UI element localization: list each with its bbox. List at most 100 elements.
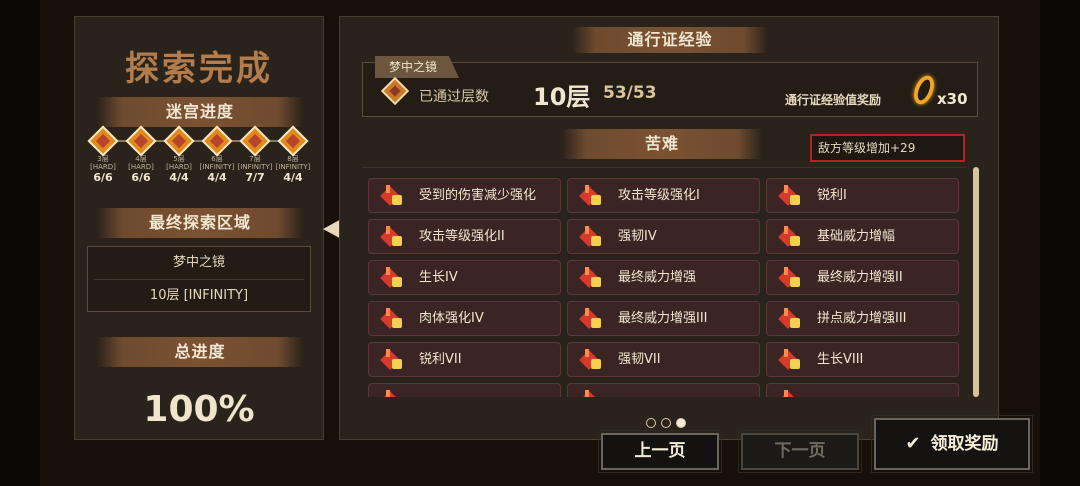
buff-item[interactable]: 肉体强化IV <box>368 301 561 336</box>
maze-node-count: 6/6 <box>93 171 113 184</box>
floor-diamond-icon <box>87 125 119 157</box>
final-area-header: 最终探索区域 <box>97 208 303 238</box>
sharpness-icon <box>778 185 801 207</box>
buff-item[interactable]: 最终威力增强II <box>766 260 959 295</box>
hardship-header: 苦难 <box>562 129 762 159</box>
prev-page-button[interactable]: 上一页 <box>598 430 722 473</box>
buff-label: 基础威力增幅 <box>817 229 896 244</box>
total-progress-header: 总进度 <box>97 337 303 367</box>
claim-reward-button[interactable]: ✔ 领取奖励 <box>871 415 1033 473</box>
buff-item[interactable]: 攻击等级强化II <box>368 219 561 254</box>
floor-count: 53/53 <box>603 83 657 103</box>
buff-item[interactable] <box>766 383 959 397</box>
maze-node-difficulty: [HARD] <box>128 163 154 171</box>
maze-node-count: 7/7 <box>245 171 265 184</box>
buff-item[interactable]: 强韧IV <box>567 219 760 254</box>
buff-list-scrollbar[interactable] <box>973 167 979 397</box>
buff-icon <box>380 390 403 397</box>
buff-item[interactable]: 生长VIII <box>766 342 959 377</box>
buff-item[interactable]: 拼点威力增强III <box>766 301 959 336</box>
hardship-buff-list[interactable]: 受到的伤害减少强化 攻击等级强化I 锐利I 攻击等级强化II 强韧IV 基础威力… <box>362 167 966 397</box>
buff-label: 最终威力增强II <box>817 270 903 285</box>
growth-icon <box>380 267 403 289</box>
floor-diamond-icon <box>201 125 233 157</box>
maze-node-difficulty: [INFINITY] <box>199 163 235 171</box>
background-frame <box>1040 0 1080 486</box>
buff-item[interactable]: 基础威力增幅 <box>766 219 959 254</box>
enemy-level-box: 敌方等级增加+29 <box>810 134 965 162</box>
buff-label: 强韧IV <box>618 229 657 244</box>
reward-count: x30 <box>937 90 968 108</box>
attack-up-icon <box>380 226 403 248</box>
buff-item[interactable]: 锐利I <box>766 178 959 213</box>
maze-node-count: 4/4 <box>207 171 227 184</box>
final-area-box: 梦中之镜 10层 [INFINITY] <box>87 246 311 312</box>
floor-diamond-icon <box>239 125 271 157</box>
growth-icon <box>778 349 801 371</box>
floor-diamond-icon <box>163 125 195 157</box>
buff-icon <box>778 390 801 397</box>
maze-node-count: 6/6 <box>131 171 151 184</box>
maze-node-difficulty: [HARD] <box>90 163 116 171</box>
clash-power-icon <box>778 308 801 330</box>
buff-item[interactable]: 最终威力增强 <box>567 260 760 295</box>
pass-exp-header: 通行证经验 <box>572 27 768 53</box>
final-power-icon <box>778 267 801 289</box>
scrollbar-thumb[interactable] <box>973 167 979 397</box>
final-power-icon <box>579 308 602 330</box>
buff-label: 拼点威力增强III <box>817 311 907 326</box>
maze-node-difficulty: [INFINITY] <box>275 163 311 171</box>
buff-label: 锐利VII <box>419 352 462 367</box>
maze-node-count: 4/4 <box>169 171 189 184</box>
buff-item[interactable]: 锐利VII <box>368 342 561 377</box>
buff-item[interactable]: 生长IV <box>368 260 561 295</box>
buff-item[interactable]: 强韧VII <box>567 342 760 377</box>
maze-node: 6层 [INFINITY] 4/4 <box>198 125 236 184</box>
buff-item[interactable]: 受到的伤害减少强化 <box>368 178 561 213</box>
floor-value: 10层 <box>533 83 591 111</box>
page-dot[interactable] <box>661 418 671 428</box>
floor-diamond-icon <box>380 76 410 106</box>
toughness-icon <box>579 226 602 248</box>
final-area-name: 梦中之镜 <box>172 255 225 270</box>
buff-item[interactable] <box>368 383 561 397</box>
checkmark-icon: ✔ <box>905 433 921 454</box>
power-boost-icon <box>778 226 801 248</box>
damage-reduction-icon <box>380 185 403 207</box>
exploration-complete-title: 探索完成 <box>125 49 273 89</box>
maze-node-difficulty: [INFINITY] <box>237 163 273 171</box>
maze-progress-header: 迷宫进度 <box>97 97 303 127</box>
maze-node-count: 4/4 <box>283 171 303 184</box>
final-power-icon <box>579 267 602 289</box>
sharpness-icon <box>380 349 403 371</box>
final-area-floor: 10层 [INFINITY] <box>149 288 249 303</box>
maze-node: 7层 [INFINITY] 7/7 <box>236 125 274 184</box>
body-enhance-icon <box>380 308 403 330</box>
buff-label: 最终威力增强 <box>618 270 697 285</box>
buff-item[interactable]: 攻击等级强化I <box>567 178 760 213</box>
page-dot[interactable] <box>646 418 656 428</box>
toughness-icon <box>579 349 602 371</box>
buff-label: 生长IV <box>419 270 458 285</box>
buff-label: 受到的伤害减少强化 <box>419 188 537 203</box>
buff-item[interactable] <box>567 383 760 397</box>
maze-node: 4层 [HARD] 6/6 <box>122 125 160 184</box>
buff-icon <box>579 390 602 397</box>
pass-exp-token-icon <box>910 72 938 108</box>
claim-reward-label: 领取奖励 <box>930 434 999 454</box>
floor-diamond-icon <box>125 125 157 157</box>
maze-node: 5层 [HARD] 4/4 <box>160 125 198 184</box>
next-page-button[interactable]: 下一页 <box>738 430 862 473</box>
dungeon-tag: 梦中之镜 <box>375 56 460 78</box>
maze-node-difficulty: [HARD] <box>166 163 192 171</box>
page-dot-active[interactable] <box>676 418 686 428</box>
floors-passed-box: 梦中之镜 已通过层数 10层 53/53 通行证经验值奖励 x30 <box>362 56 978 117</box>
attack-up-icon <box>579 185 602 207</box>
buff-item[interactable]: 最终威力增强III <box>567 301 760 336</box>
maze-node: 3层 [HARD] 6/6 <box>84 125 122 184</box>
pass-exp-panel: 通行证经验 梦中之镜 已通过层数 10层 53/53 通行证经验值奖励 x30 … <box>339 16 999 440</box>
buff-label: 攻击等级强化I <box>618 188 700 203</box>
maze-node: 8层 [INFINITY] 4/4 <box>274 125 312 184</box>
reward-label: 通行证经验值奖励 <box>785 93 882 107</box>
floor-diamond-icon <box>277 125 309 157</box>
